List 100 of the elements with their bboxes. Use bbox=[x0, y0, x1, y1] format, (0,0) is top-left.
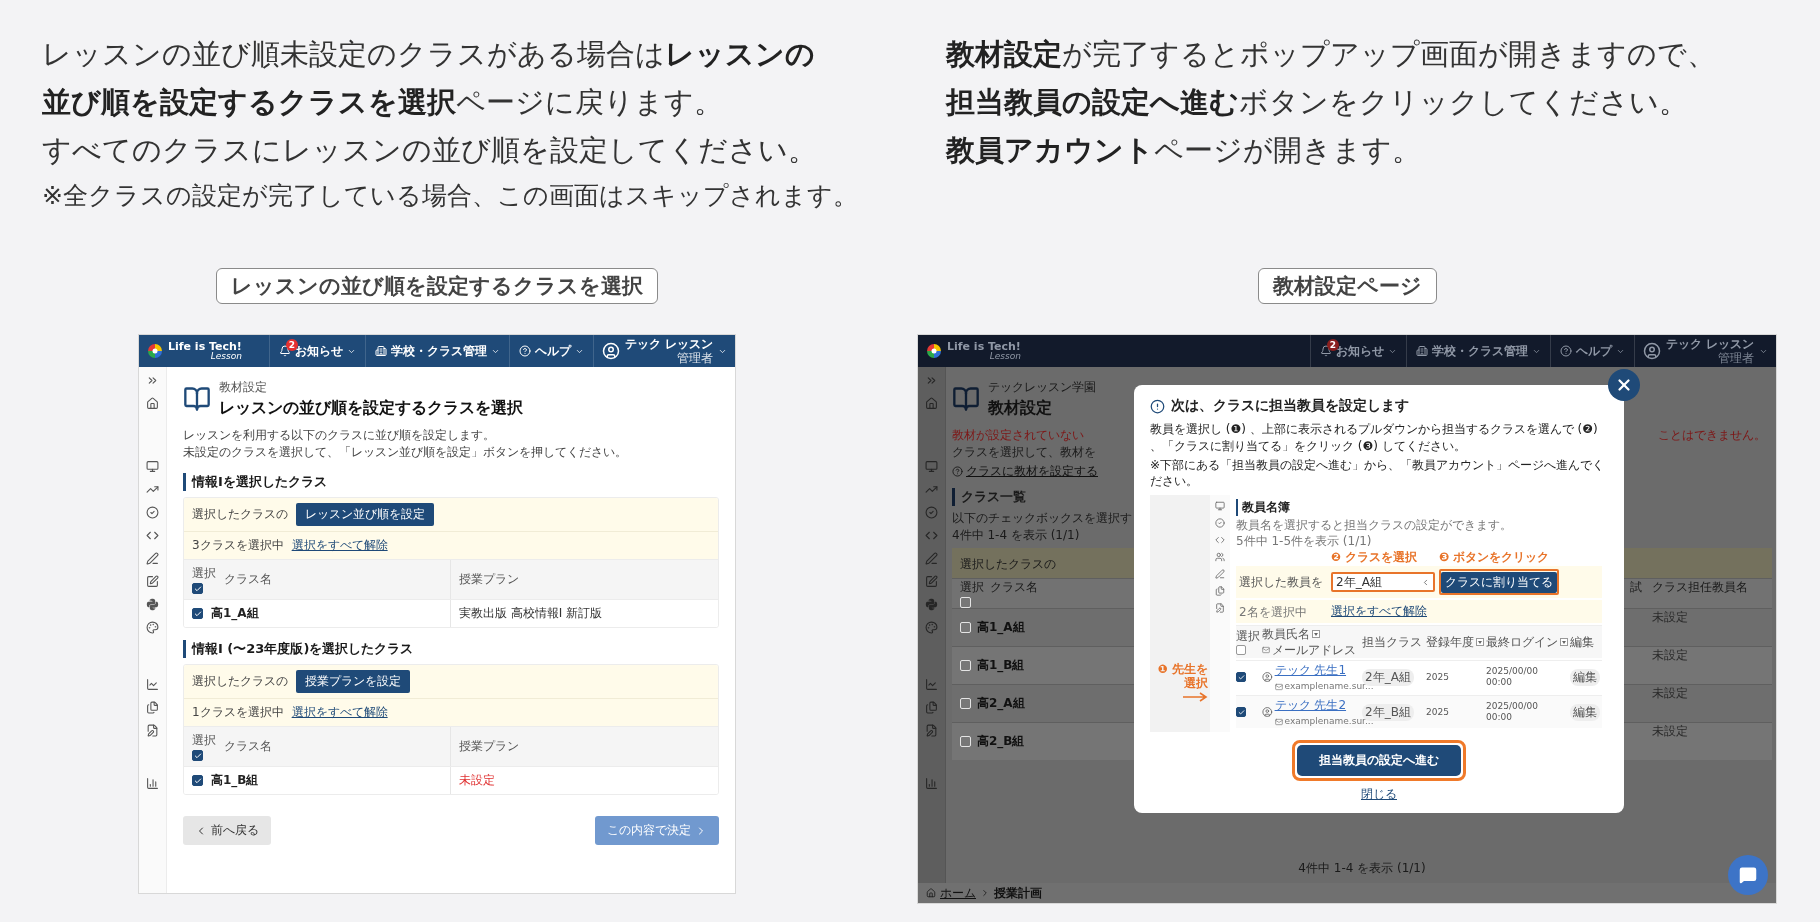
modal-body-text: 教員を選択し (❶) 、上部に表示されるプルダウンから担当するクラスを選んで (❷) 、「クラスに割り当てる」をクリック (❸) してください。 bbox=[1150, 421, 1599, 455]
modal-note: ※下部にある「担当教員の設定へ進む」から、「教員アカウント」ページへ進んでください。 bbox=[1150, 457, 1606, 489]
user-name: テック レッスン bbox=[624, 337, 713, 351]
callout-label: ❸ ボタンをクリック bbox=[1439, 550, 1551, 564]
avatar-icon bbox=[1262, 706, 1273, 718]
building-icon bbox=[374, 345, 387, 357]
class-dropdown[interactable]: 2年_A組 bbox=[1331, 572, 1435, 592]
column-header: 試 bbox=[1630, 579, 1643, 596]
monitor-icon[interactable] bbox=[146, 460, 159, 473]
bar-chart-icon[interactable] bbox=[146, 777, 159, 790]
instruction-text: すべてのクラスにレッスンの並び順を設定してください。 bbox=[42, 132, 817, 169]
chat-icon bbox=[1739, 866, 1757, 884]
teacher-text: 未設定 bbox=[1652, 647, 1689, 664]
column-header: メールアドレス bbox=[1272, 643, 1356, 657]
chevrons-right-icon[interactable] bbox=[146, 374, 159, 387]
sort-icon[interactable] bbox=[1560, 638, 1568, 646]
nav-menu[interactable]: 学校・クラス管理 bbox=[364, 335, 509, 367]
year-text: 2025 bbox=[1426, 671, 1449, 684]
clear-selection-link[interactable]: 選択をすべて解除 bbox=[1331, 603, 1435, 620]
action-button[interactable]: 授業プランを設定 bbox=[296, 670, 410, 693]
home-icon bbox=[926, 888, 936, 898]
document-edit-icon bbox=[1215, 603, 1225, 613]
close-link[interactable]: 閉じる bbox=[1361, 786, 1397, 803]
assign-button[interactable]: クラスに割り当てる bbox=[1441, 572, 1557, 593]
warning-text: ことはできません。 bbox=[1658, 427, 1766, 444]
pencil-icon bbox=[1215, 569, 1225, 579]
help-link[interactable]: クラスに教材を設定する bbox=[966, 463, 1098, 480]
proceed-button[interactable]: 担当教員の設定へ進む bbox=[1297, 745, 1461, 776]
sort-icon[interactable] bbox=[1476, 638, 1484, 646]
teacher-name-link[interactable]: テック 先生1 bbox=[1274, 662, 1347, 679]
description-text: 未設定のクラスを選択して、「レッスン並び順を設定」ボタンを押してください。 bbox=[183, 444, 628, 461]
result-count: 4件中 1-4 を表示 (1/1) bbox=[1298, 860, 1426, 877]
help-icon bbox=[952, 466, 963, 477]
modal-title: 次は、クラスに担当教員を設定します bbox=[1171, 397, 1409, 415]
edit-icon[interactable] bbox=[146, 575, 159, 588]
checkbox[interactable] bbox=[192, 608, 203, 619]
documents-icon bbox=[1215, 586, 1225, 596]
logo-icon bbox=[926, 343, 942, 359]
bar-label: 選択した教員を bbox=[1239, 575, 1324, 589]
check-circle-icon[interactable] bbox=[925, 506, 938, 519]
action-button[interactable]: レッスン並び順を設定 bbox=[296, 503, 434, 526]
class-name: 高2_B組 bbox=[977, 733, 1025, 750]
callout-label: ❷ クラスを選択 bbox=[1331, 550, 1419, 564]
column-header: クラス担任教員名 bbox=[1652, 579, 1749, 596]
selection-count: 1クラスを選択中 bbox=[192, 704, 284, 721]
trend-line-icon[interactable] bbox=[146, 483, 159, 496]
check-circle-icon[interactable] bbox=[146, 506, 159, 519]
line-chart-icon[interactable] bbox=[146, 678, 159, 691]
instruction-text: ※全クラスの設定が完了している場合、この画面はスキップされます。 bbox=[42, 180, 858, 212]
python-logo-icon[interactable] bbox=[146, 598, 159, 611]
avatar-icon bbox=[1642, 342, 1661, 360]
pencil-icon[interactable] bbox=[146, 552, 159, 565]
column-header: クラス名 bbox=[990, 579, 1038, 596]
checkbox[interactable] bbox=[192, 775, 203, 786]
list-note: 以下のチェックボックスを選択す bbox=[952, 510, 1132, 527]
mail-icon bbox=[1262, 646, 1270, 654]
sort-icon[interactable] bbox=[1312, 630, 1320, 638]
clear-selection-link[interactable]: 選択をすべて解除 bbox=[291, 704, 388, 721]
home-icon[interactable] bbox=[146, 397, 159, 410]
logo-subtext: Lesson bbox=[210, 352, 242, 361]
page-label: テックレッスン学園 bbox=[988, 379, 1096, 396]
column-header: クラス名 bbox=[224, 571, 272, 588]
edit-button[interactable]: 編集 bbox=[1570, 668, 1600, 686]
back-button[interactable]: 前へ戻る bbox=[183, 816, 271, 845]
user-role: 管理者 bbox=[1718, 351, 1754, 365]
teacher-name-link[interactable]: テック 先生2 bbox=[1274, 697, 1347, 714]
checkbox[interactable] bbox=[192, 750, 203, 761]
instruction-text: クラスを選択して、教材を bbox=[952, 444, 1096, 461]
breadcrumb-current: 授業計画 bbox=[994, 884, 1042, 902]
avatar-icon bbox=[601, 342, 620, 360]
checkbox[interactable] bbox=[1236, 645, 1246, 655]
help-icon bbox=[518, 345, 531, 357]
caption-label: 教材設定ページ bbox=[1257, 268, 1437, 304]
documents-icon[interactable] bbox=[146, 701, 159, 714]
instruction-text: レッスンの並び順未設定のクラスがある場合はレッスンの並び順を設定するクラスを選択ページに戻ります。 bbox=[42, 36, 816, 121]
alert-icon bbox=[1150, 398, 1165, 414]
document-edit-icon[interactable] bbox=[146, 724, 159, 737]
checkbox[interactable] bbox=[1236, 672, 1246, 682]
edit-button[interactable]: 編集 bbox=[1570, 703, 1600, 721]
column-header: クラス名 bbox=[224, 738, 272, 755]
instruction-text: 教員アカウントページが開きます。 bbox=[946, 132, 1421, 169]
class-name: 高1_B組 bbox=[977, 657, 1025, 674]
nav-menu[interactable]: ヘルプ bbox=[508, 335, 593, 367]
teacher-text: 未設定 bbox=[1652, 609, 1689, 626]
teacher-text: 未設定 bbox=[1652, 723, 1689, 740]
code-icon[interactable] bbox=[146, 529, 159, 542]
section-title: 情報Iを選択したクラス bbox=[183, 473, 719, 491]
help-icon bbox=[1559, 345, 1572, 357]
clear-selection-link[interactable]: 選択をすべて解除 bbox=[291, 537, 388, 554]
selection-count: 3クラスを選択中 bbox=[192, 537, 284, 554]
user-menu[interactable]: テック レッスン 管理者 bbox=[592, 335, 735, 367]
checkbox[interactable] bbox=[192, 583, 203, 594]
book-icon bbox=[952, 385, 980, 413]
class-name: 高1_B組 bbox=[211, 772, 259, 789]
breadcrumb-link[interactable]: ホーム bbox=[940, 884, 976, 902]
class-name: 高1_A組 bbox=[211, 605, 259, 622]
column-header: 授業プラン bbox=[459, 738, 519, 755]
checkbox[interactable] bbox=[1236, 707, 1246, 717]
palette-icon[interactable] bbox=[146, 621, 159, 634]
plan-text: 未設定 bbox=[459, 772, 495, 789]
